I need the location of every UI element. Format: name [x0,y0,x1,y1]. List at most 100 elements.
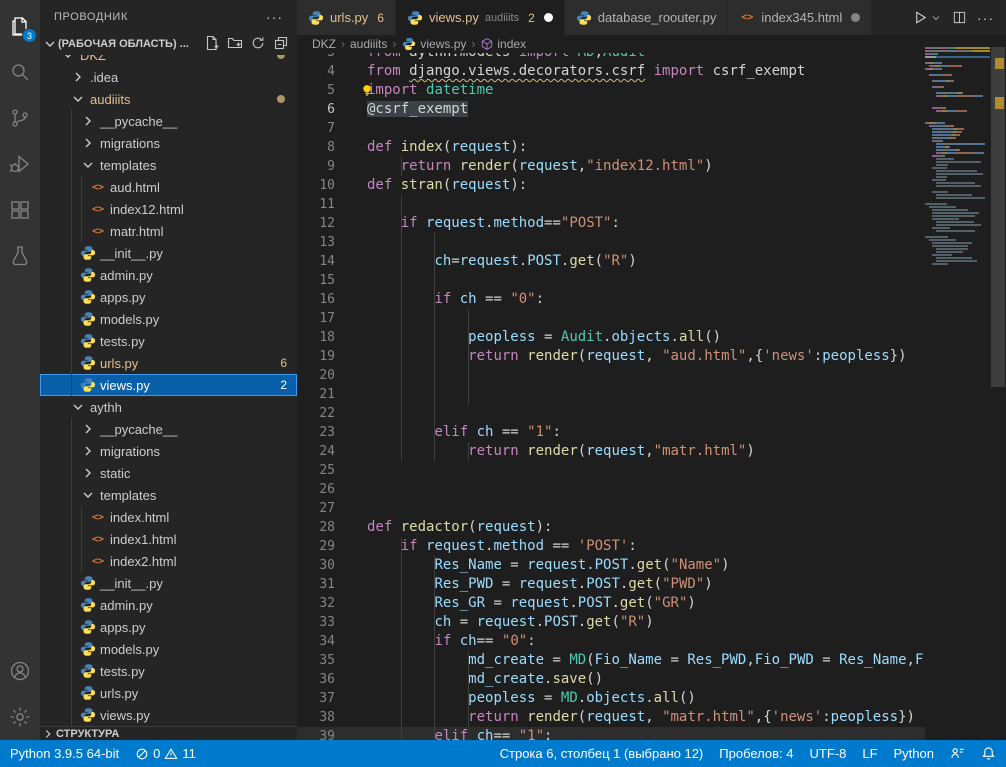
line-number[interactable]: 39 [297,727,335,740]
editor-more-actions-button[interactable]: ··· [977,10,994,26]
breadcrumb-item-DKZ[interactable]: DKZ [312,37,336,51]
code-line-25[interactable]: 25 [297,461,925,480]
tree-item--pycache-[interactable]: __pycache__ [40,110,297,132]
code-line-9[interactable]: 9 return render(request,"index12.html") [297,157,925,176]
tree-item-models-py[interactable]: models.py [40,638,297,660]
line-number[interactable]: 27 [297,499,335,518]
tree-item-templates[interactable]: templates [40,154,297,176]
activitybar-explorer-icon[interactable]: 3 [0,3,40,49]
code-line-17[interactable]: 17 [297,309,925,328]
line-number[interactable]: 4 [297,62,335,81]
tree-item-apps-py[interactable]: apps.py [40,286,297,308]
new-folder-icon[interactable] [227,35,243,54]
line-number[interactable]: 20 [297,366,335,385]
line-number[interactable]: 6 [297,100,335,119]
language-mode[interactable]: Python [894,746,934,761]
tree-item--idea[interactable]: .idea [40,66,297,88]
line-number[interactable]: 36 [297,670,335,689]
code-line-36[interactable]: 36 md_create.save() [297,670,925,689]
line-number[interactable]: 16 [297,290,335,309]
code-line-18[interactable]: 18 peopless = Audit.objects.all() [297,328,925,347]
code-line-5[interactable]: 5import datetime [297,81,925,100]
tree-item-index1-html[interactable]: <>index1.html [40,528,297,550]
line-number[interactable]: 9 [297,157,335,176]
unsaved-dot-icon[interactable] [544,13,553,22]
code-line-15[interactable]: 15 [297,271,925,290]
tree-item-urls-py[interactable]: urls.py [40,682,297,704]
line-number[interactable]: 31 [297,575,335,594]
tree-item--init-py[interactable]: __init__.py [40,242,297,264]
code-line-37[interactable]: 37 peopless = MD.objects.all() [297,689,925,708]
tab-database-roouter-py[interactable]: database_roouter.py [565,0,729,35]
code-line-35[interactable]: 35 md_create = MD(Fio_Name = Res_PWD,Fio… [297,651,925,670]
tab-index345-html[interactable]: <>index345.html [728,0,872,35]
tree-item-admin-py[interactable]: admin.py [40,264,297,286]
code-line-23[interactable]: 23 elif ch == "1": [297,423,925,442]
line-number[interactable]: 30 [297,556,335,575]
code-line-8[interactable]: 8def index(request): [297,138,925,157]
code-line-22[interactable]: 22 [297,404,925,423]
activitybar-run-debug-icon[interactable] [0,141,40,187]
tree-item-tests-py[interactable]: tests.py [40,330,297,352]
new-file-icon[interactable] [204,35,220,54]
activitybar-extensions-icon[interactable] [0,187,40,233]
line-number[interactable]: 5 [297,81,335,100]
code-line-12[interactable]: 12 if request.method=="POST": [297,214,925,233]
indentation-setting[interactable]: Пробелов: 4 [719,746,793,761]
tree-item-static[interactable]: static [40,462,297,484]
line-number[interactable]: 37 [297,689,335,708]
feedback-icon[interactable] [950,746,965,761]
line-number[interactable]: 10 [297,176,335,195]
activitybar-source-control-icon[interactable] [0,95,40,141]
tree-item-index-html[interactable]: <>index.html [40,506,297,528]
collapse-all-icon[interactable] [273,35,289,54]
breadcrumb-item-index[interactable]: index [480,37,526,51]
tree-item-models-py[interactable]: models.py [40,308,297,330]
line-number[interactable]: 29 [297,537,335,556]
code-line-7[interactable]: 7 [297,119,925,138]
line-number[interactable]: 8 [297,138,335,157]
tree-item-index12-html[interactable]: <>index12.html [40,198,297,220]
tree-item-templates[interactable]: templates [40,484,297,506]
tab-views-py[interactable]: views.pyaudiiits2 [396,0,565,35]
line-number[interactable]: 11 [297,195,335,214]
line-number[interactable]: 32 [297,594,335,613]
encoding-setting[interactable]: UTF-8 [810,746,847,761]
code-line-10[interactable]: 10def stran(request): [297,176,925,195]
line-number[interactable]: 33 [297,613,335,632]
tree-item-tests-py[interactable]: tests.py [40,660,297,682]
line-number[interactable]: 14 [297,252,335,271]
code-line-26[interactable]: 26 [297,480,925,499]
tree-item-aythh[interactable]: aythh [40,396,297,418]
tree-item-migrations[interactable]: migrations [40,440,297,462]
run-python-button[interactable] [913,10,942,25]
line-number[interactable]: 18 [297,328,335,347]
line-number[interactable]: 34 [297,632,335,651]
code-editor[interactable]: 3from aythh.models import MD,Audit4from … [297,35,925,740]
code-line-14[interactable]: 14 ch=request.POST.get("R") [297,252,925,271]
line-number[interactable]: 21 [297,385,335,404]
tree-item-DKZ[interactable]: DKZ [40,55,297,66]
tree-item-migrations[interactable]: migrations [40,132,297,154]
line-number[interactable]: 23 [297,423,335,442]
code-line-29[interactable]: 29 if request.method == 'POST': [297,537,925,556]
breadcrumb-item-audiiits[interactable]: audiiits [350,37,387,51]
line-number[interactable]: 17 [297,309,335,328]
tree-item-matr-html[interactable]: <>matr.html [40,220,297,242]
code-line-21[interactable]: 21 [297,385,925,404]
line-number[interactable]: 19 [297,347,335,366]
tree-item--init-py[interactable]: __init__.py [40,572,297,594]
line-number[interactable]: 22 [297,404,335,423]
code-line-4[interactable]: 4from django.views.decorators.csrf impor… [297,62,925,81]
line-number[interactable]: 24 [297,442,335,461]
code-line-13[interactable]: 13 [297,233,925,252]
code-line-38[interactable]: 38 return render(request, "matr.html",{'… [297,708,925,727]
line-number[interactable]: 7 [297,119,335,138]
explorer-more-actions-button[interactable]: ··· [266,9,283,25]
cursor-position[interactable]: Строка 6, столбец 1 (выбрано 12) [500,746,704,761]
line-number[interactable]: 12 [297,214,335,233]
minimap[interactable] [925,35,990,740]
line-number[interactable]: 28 [297,518,335,537]
code-line-39[interactable]: 39 elif ch== "1": [297,727,925,740]
tab-urls-py[interactable]: urls.py6 [297,0,396,35]
